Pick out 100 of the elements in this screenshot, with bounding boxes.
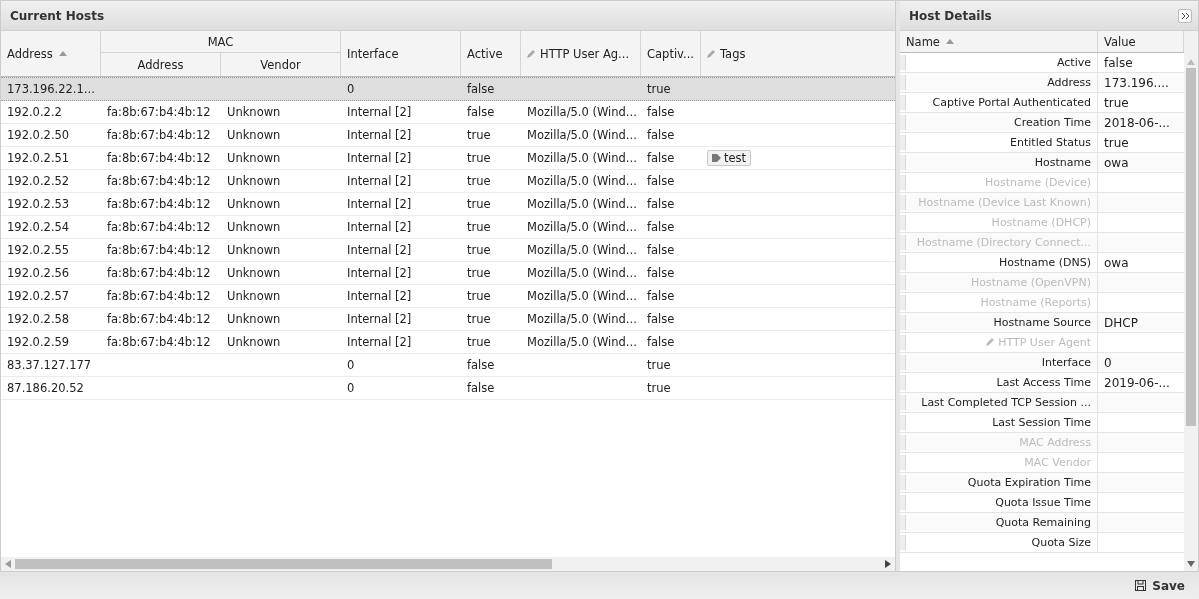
property-value: DHCP <box>1104 315 1138 330</box>
table-cell: true <box>467 197 491 211</box>
property-name: Quota Size <box>1030 536 1092 549</box>
table-cell: 192.0.2.56 <box>7 266 70 280</box>
row-handle[interactable] <box>900 315 906 330</box>
save-button[interactable]: Save <box>1131 575 1189 596</box>
table-row[interactable]: 192.0.2.54 fa:8b:67:b4:4b:12 Unknown Internal [2] true Mozilla/5.0 (Wind... false <box>1 216 895 239</box>
row-handle[interactable] <box>900 135 906 150</box>
row-handle[interactable] <box>900 75 906 90</box>
row-handle[interactable] <box>900 275 906 290</box>
collapse-button[interactable] <box>1178 8 1192 23</box>
column-header[interactable]: Address <box>1 31 101 76</box>
row-handle[interactable] <box>900 435 906 450</box>
property-name: Hostname <box>1033 156 1092 169</box>
property-value: 0 <box>1104 355 1112 370</box>
property-name: Hostname (DHCP) <box>990 216 1092 229</box>
property-name: Quota Expiration Time <box>966 476 1092 489</box>
column-header[interactable]: Interface <box>341 31 461 76</box>
scroll-down-icon[interactable] <box>1187 561 1195 567</box>
row-handle[interactable] <box>900 95 906 110</box>
table-cell: true <box>647 82 671 96</box>
table-cell: Internal [2] <box>347 312 412 326</box>
table-row[interactable]: 83.37.127.177 0 false true <box>1 354 895 377</box>
column-header[interactable]: Address <box>101 53 221 76</box>
table-row[interactable]: 87.186.20.52 0 false true <box>1 377 895 400</box>
scroll-right-icon[interactable] <box>885 560 891 568</box>
horizontal-scrollbar[interactable] <box>1 557 895 571</box>
row-handle[interactable] <box>900 375 906 390</box>
table-cell: true <box>467 174 491 188</box>
table-cell: 192.0.2.53 <box>7 197 70 211</box>
property-name: Entitled Status <box>1009 136 1092 149</box>
table-cell: Mozilla/5.0 (Wind... <box>527 197 637 211</box>
table-row[interactable]: 192.0.2.55 fa:8b:67:b4:4b:12 Unknown Internal [2] true Mozilla/5.0 (Wind... false <box>1 239 895 262</box>
row-handle[interactable] <box>900 115 906 130</box>
table-cell: Unknown <box>227 197 281 211</box>
row-handle[interactable] <box>900 415 906 430</box>
row-handle[interactable] <box>900 535 906 550</box>
table-cell: true <box>467 220 491 234</box>
column-header[interactable]: Tags <box>701 31 895 76</box>
property-name: Creation Time <box>1013 116 1092 129</box>
table-cell: Unknown <box>227 335 281 349</box>
table-cell: Mozilla/5.0 (Wind... <box>527 335 637 349</box>
table-cell: 0 <box>347 358 355 372</box>
row-handle[interactable] <box>900 255 906 270</box>
property-value: false <box>1104 55 1133 70</box>
scroll-up-icon[interactable] <box>1187 59 1195 65</box>
row-handle[interactable] <box>900 175 906 190</box>
table-cell: Internal [2] <box>347 197 412 211</box>
column-header[interactable]: HTTP User Ag... <box>521 31 641 76</box>
row-handle[interactable] <box>900 335 906 350</box>
property-name: MAC Address <box>1018 436 1092 449</box>
table-cell: Unknown <box>227 266 281 280</box>
table-row[interactable]: 192.0.2.53 fa:8b:67:b4:4b:12 Unknown Internal [2] true Mozilla/5.0 (Wind... false <box>1 193 895 216</box>
row-handle[interactable] <box>900 395 906 410</box>
table-cell: 192.0.2.58 <box>7 312 70 326</box>
table-cell: Internal [2] <box>347 105 412 119</box>
table-row[interactable]: 192.0.2.52 fa:8b:67:b4:4b:12 Unknown Internal [2] true Mozilla/5.0 (Wind... false <box>1 170 895 193</box>
table-row[interactable]: 192.0.2.50 fa:8b:67:b4:4b:12 Unknown Internal [2] true Mozilla/5.0 (Wind... false <box>1 124 895 147</box>
table-row[interactable]: 192.0.2.2 fa:8b:67:b4:4b:12 Unknown Internal [2] false Mozilla/5.0 (Wind... false <box>1 101 895 124</box>
row-handle[interactable] <box>900 195 906 210</box>
table-cell: 192.0.2.50 <box>7 128 70 142</box>
splitter-handle[interactable] <box>896 1 900 571</box>
table-cell: true <box>467 243 491 257</box>
table-cell: fa:8b:67:b4:4b:12 <box>107 151 211 165</box>
row-handle[interactable] <box>900 215 906 230</box>
table-cell: 192.0.2.55 <box>7 243 70 257</box>
table-cell: false <box>647 335 675 349</box>
row-handle[interactable] <box>900 455 906 470</box>
property-name: MAC Vendor <box>1023 456 1092 469</box>
row-handle[interactable] <box>900 295 906 310</box>
column-header[interactable]: Captiv... <box>641 31 701 76</box>
row-handle[interactable] <box>900 475 906 490</box>
table-row[interactable]: 192.0.2.58 fa:8b:67:b4:4b:12 Unknown Internal [2] true Mozilla/5.0 (Wind... false <box>1 308 895 331</box>
table-cell: Internal [2] <box>347 174 412 188</box>
table-cell: fa:8b:67:b4:4b:12 <box>107 289 211 303</box>
vertical-scrollbar[interactable] <box>1184 31 1198 571</box>
table-cell: Unknown <box>227 312 281 326</box>
column-header[interactable]: Active <box>461 31 521 76</box>
table-cell: Unknown <box>227 220 281 234</box>
row-handle[interactable] <box>900 495 906 510</box>
table-cell: false <box>467 358 495 372</box>
row-handle[interactable] <box>900 515 906 530</box>
column-header[interactable]: Vendor <box>221 53 341 76</box>
row-handle[interactable] <box>900 355 906 370</box>
table-cell: false <box>647 220 675 234</box>
table-row[interactable]: 173.196.22.1... 0 false true <box>1 77 895 101</box>
table-row[interactable]: 192.0.2.57 fa:8b:67:b4:4b:12 Unknown Internal [2] true Mozilla/5.0 (Wind... false <box>1 285 895 308</box>
table-row[interactable]: 192.0.2.59 fa:8b:67:b4:4b:12 Unknown Internal [2] true Mozilla/5.0 (Wind... false <box>1 331 895 354</box>
column-header[interactable]: Name <box>900 31 1098 52</box>
table-cell: Mozilla/5.0 (Wind... <box>527 312 637 326</box>
row-handle[interactable] <box>900 155 906 170</box>
row-handle[interactable] <box>900 235 906 250</box>
scroll-left-icon[interactable] <box>5 560 11 568</box>
tag-chip[interactable]: test <box>707 150 752 166</box>
table-cell: 87.186.20.52 <box>7 381 84 395</box>
table-row[interactable]: 192.0.2.56 fa:8b:67:b4:4b:12 Unknown Internal [2] true Mozilla/5.0 (Wind... false <box>1 262 895 285</box>
table-row[interactable]: 192.0.2.51 fa:8b:67:b4:4b:12 Unknown Internal [2] true Mozilla/5.0 (Wind... false test <box>1 147 895 170</box>
table-cell: true <box>467 335 491 349</box>
table-cell: fa:8b:67:b4:4b:12 <box>107 174 211 188</box>
row-handle[interactable] <box>900 55 906 70</box>
